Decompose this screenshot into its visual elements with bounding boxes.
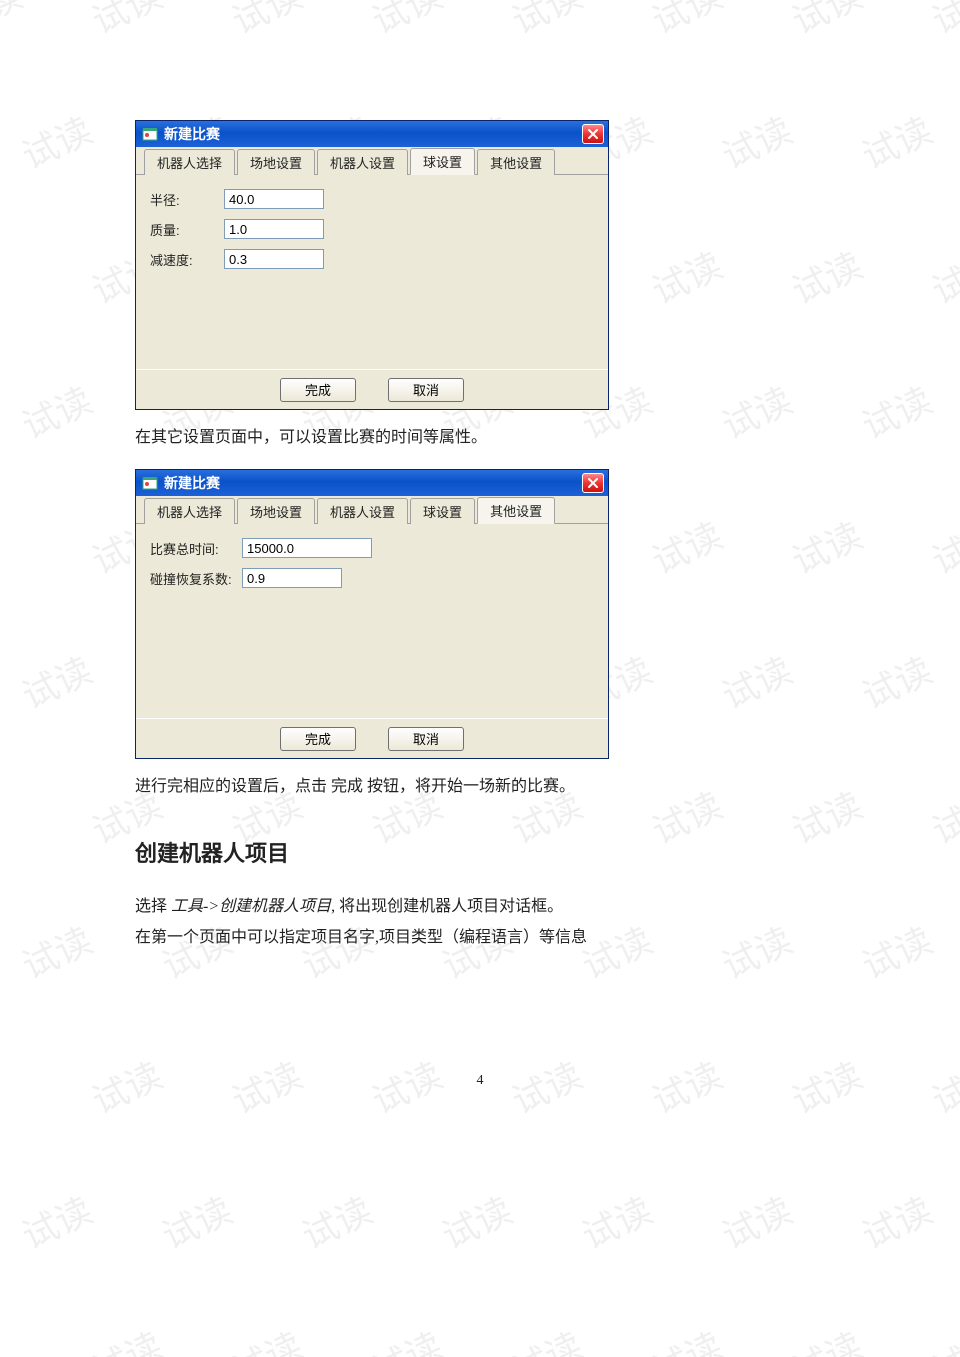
dialog-new-match-other: 新建比赛 机器人选择 场地设置 机器人设置 球设置 其他设置 比赛总时间: 碰撞… [135,469,609,759]
body-line2: 在第一个页面中可以指定项目名字,项目类型（编程语言）等信息 [135,929,587,946]
watermark: 试读 [572,1182,659,1260]
cancel-button[interactable]: 取消 [388,727,464,751]
titlebar: 新建比赛 [136,121,608,147]
totaltime-input[interactable] [242,538,372,558]
restitution-input[interactable] [242,568,342,588]
dialog-title: 新建比赛 [164,473,582,493]
watermark: 试读 [432,1182,519,1260]
mass-input[interactable] [224,219,324,239]
watermark: 试读 [152,1182,239,1260]
finish-button[interactable]: 完成 [280,378,356,402]
app-icon [142,475,158,491]
titlebar: 新建比赛 [136,470,608,496]
decel-label: 减速度: [150,250,224,269]
app-icon [142,126,158,142]
close-button[interactable] [582,473,604,493]
radius-input[interactable] [224,189,324,209]
tab-content: 比赛总时间: 碰撞恢复系数: [136,524,608,718]
watermark: 试读 [922,1317,960,1357]
tab-robot-settings[interactable]: 机器人设置 [317,498,408,524]
tab-content: 半径: 质量: 减速度: [136,175,608,369]
tab-strip: 机器人选择 场地设置 机器人设置 球设置 其他设置 [136,496,608,524]
watermark: 试读 [222,1317,309,1357]
watermark: 试读 [642,1317,729,1357]
button-bar: 完成 取消 [136,369,608,409]
decel-input[interactable] [224,249,324,269]
tab-ball-settings[interactable]: 球设置 [410,498,475,524]
watermark: 试读 [362,1317,449,1357]
close-icon [587,128,599,140]
button-bar: 完成 取消 [136,718,608,758]
close-icon [587,477,599,489]
body-menu-path: 工具->创建机器人项目 [171,898,331,915]
totaltime-label: 比赛总时间: [150,539,242,558]
tab-robot-settings[interactable]: 机器人设置 [317,149,408,175]
finish-button[interactable]: 完成 [280,727,356,751]
tab-ball-settings[interactable]: 球设置 [410,148,475,175]
tab-robot-select[interactable]: 机器人选择 [144,498,235,524]
body-line1-post: , 将出现创建机器人项目对话框。 [331,898,563,915]
watermark: 试读 [712,1182,799,1260]
close-button[interactable] [582,124,604,144]
tab-other-settings[interactable]: 其他设置 [477,149,555,175]
tab-robot-select[interactable]: 机器人选择 [144,149,235,175]
dialog-title: 新建比赛 [164,124,582,144]
cancel-button[interactable]: 取消 [388,378,464,402]
body-text: 选择 工具->创建机器人项目, 将出现创建机器人项目对话框。 在第一个页面中可以… [135,892,825,953]
caption-after-finish: 进行完相应的设置后，点击 完成 按钮，将开始一场新的比赛。 [135,773,825,800]
page-number: 4 [135,1073,825,1089]
section-heading-create-robot-project: 创建机器人项目 [135,836,825,868]
radius-label: 半径: [150,190,224,209]
tab-other-settings[interactable]: 其他设置 [477,497,555,524]
watermark: 试读 [82,1317,169,1357]
watermark: 试读 [292,1182,379,1260]
watermark: 试读 [852,1182,939,1260]
body-line1-pre: 选择 [135,898,171,915]
mass-label: 质量: [150,220,224,239]
tab-field-settings[interactable]: 场地设置 [237,498,315,524]
watermark: 试读 [12,1182,99,1260]
restitution-label: 碰撞恢复系数: [150,569,242,588]
caption-other-settings: 在其它设置页面中，可以设置比赛的时间等属性。 [135,424,825,451]
dialog-new-match-ball: 新建比赛 机器人选择 场地设置 机器人设置 球设置 其他设置 半径: 质量: [135,120,609,410]
watermark: 试读 [502,1317,589,1357]
watermark: 试读 [782,1317,869,1357]
tab-field-settings[interactable]: 场地设置 [237,149,315,175]
tab-strip: 机器人选择 场地设置 机器人设置 球设置 其他设置 [136,147,608,175]
